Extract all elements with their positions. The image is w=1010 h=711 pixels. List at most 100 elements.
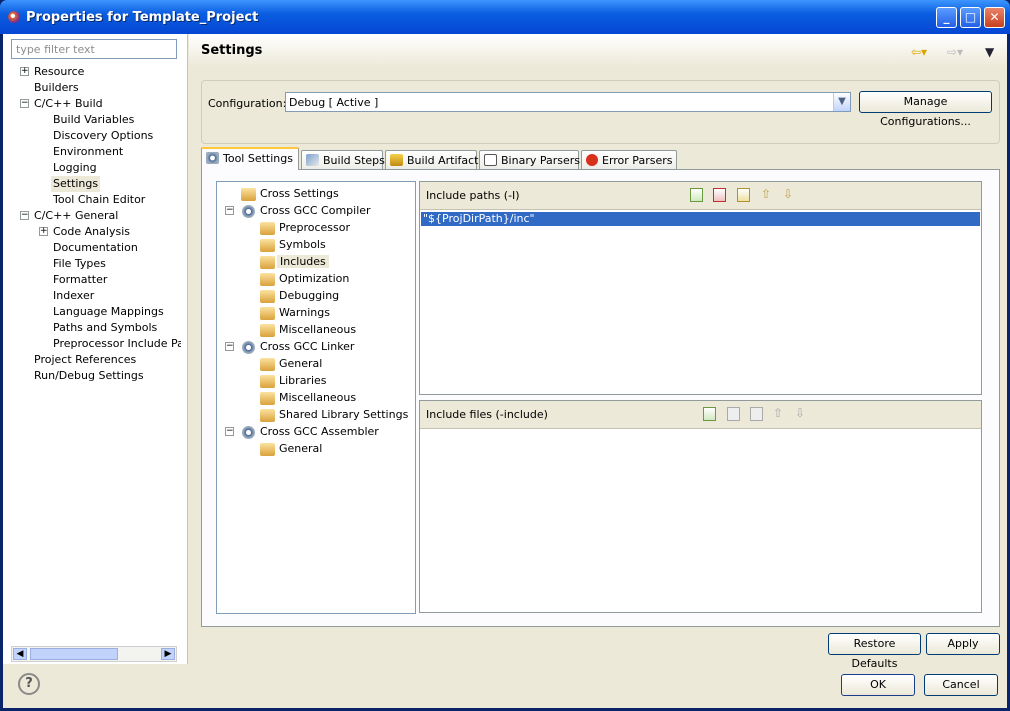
forward-arrow-icon[interactable]: ⇨▾ bbox=[947, 45, 963, 59]
nav-item-discovery-options[interactable]: Discovery Options bbox=[53, 128, 153, 144]
collapse-icon[interactable]: − bbox=[20, 211, 29, 220]
tab-error-parsers[interactable]: Error Parsers bbox=[581, 150, 677, 170]
tool-item-cross-settings[interactable]: Cross Settings bbox=[241, 186, 339, 202]
add-icon[interactable] bbox=[703, 407, 716, 421]
restore-defaults-button[interactable]: Restore Defaults bbox=[828, 633, 921, 670]
maximize-button[interactable]: □ bbox=[960, 7, 981, 28]
nav-item-documentation[interactable]: Documentation bbox=[53, 240, 138, 256]
tool-item-cross-gcc-compiler[interactable]: − Cross GCC Compiler bbox=[225, 203, 371, 219]
edit-icon[interactable] bbox=[737, 188, 750, 202]
tool-item-warnings[interactable]: Warnings bbox=[260, 305, 330, 321]
help-icon[interactable]: ? bbox=[18, 673, 40, 695]
back-arrow-icon[interactable]: ⇦▾ bbox=[911, 45, 927, 59]
include-files-label: Include files (-include) bbox=[426, 408, 548, 421]
tool-item-libraries[interactable]: Libraries bbox=[260, 373, 327, 389]
title-bar[interactable]: Properties for Template_Project _ □ ✕ bbox=[0, 0, 1010, 34]
dialog-window: Properties for Template_Project _ □ ✕ ty… bbox=[0, 0, 1010, 711]
folder-icon bbox=[260, 256, 275, 269]
folder-icon bbox=[260, 392, 275, 405]
move-up-icon[interactable]: ⇧ bbox=[773, 407, 786, 421]
horizontal-scrollbar[interactable]: ◀ ▶ bbox=[11, 646, 177, 662]
nav-item-formatter[interactable]: Formatter bbox=[53, 272, 107, 288]
nav-item-cpp-build[interactable]: − C/C++ Build bbox=[17, 96, 103, 112]
delete-icon[interactable] bbox=[727, 407, 740, 421]
tool-icon bbox=[242, 341, 255, 354]
nav-item-paths-and-symbols[interactable]: Paths and Symbols bbox=[53, 320, 157, 336]
filter-input[interactable]: type filter text bbox=[11, 39, 177, 59]
tool-item-includes[interactable]: Includes bbox=[260, 254, 329, 270]
folder-icon bbox=[260, 409, 275, 422]
page-header: Settings ⇦▾ ⇨▾ ▼ bbox=[189, 34, 1007, 68]
nav-item-indexer[interactable]: Indexer bbox=[53, 288, 94, 304]
tab-build-steps[interactable]: Build Steps bbox=[301, 150, 385, 170]
nav-item-run-debug-settings[interactable]: Run/Debug Settings bbox=[34, 368, 144, 384]
expand-icon[interactable]: + bbox=[20, 67, 29, 76]
configuration-select[interactable]: Debug [ Active ] ▼ bbox=[285, 92, 851, 112]
nav-item-build-variables[interactable]: Build Variables bbox=[53, 112, 134, 128]
tab-binary-parsers[interactable]: Binary Parsers bbox=[479, 150, 580, 170]
nav-item-builders[interactable]: Builders bbox=[34, 80, 79, 96]
eclipse-icon bbox=[8, 11, 20, 23]
build-steps-icon bbox=[306, 154, 319, 166]
error-parsers-icon bbox=[586, 154, 598, 166]
minimize-button[interactable]: _ bbox=[936, 7, 957, 28]
collapse-icon[interactable]: − bbox=[225, 206, 234, 215]
nav-item-file-types[interactable]: File Types bbox=[53, 256, 106, 272]
tool-item-optimization[interactable]: Optimization bbox=[260, 271, 349, 287]
include-paths-header: Include paths (-I) ⇧ ⇩ bbox=[420, 182, 981, 210]
nav-item-logging[interactable]: Logging bbox=[53, 160, 97, 176]
nav-item-resource[interactable]: + Resource bbox=[17, 64, 84, 80]
binary-parsers-icon bbox=[484, 154, 497, 166]
expand-icon[interactable]: + bbox=[39, 227, 48, 236]
dialog-body: type filter text + Resource Builders − C/C… bbox=[3, 34, 1007, 708]
tool-item-cross-gcc-assembler[interactable]: − Cross GCC Assembler bbox=[225, 424, 379, 440]
tab-tool-settings[interactable]: Tool Settings bbox=[201, 147, 299, 170]
nav-item-preprocessor-include-path[interactable]: Preprocessor Include Path bbox=[53, 336, 181, 352]
collapse-icon[interactable]: − bbox=[225, 342, 234, 351]
view-menu-icon[interactable]: ▼ bbox=[985, 45, 994, 59]
manage-configurations-button[interactable]: Manage Configurations... bbox=[859, 91, 992, 128]
include-files-header: Include files (-include) ⇧ ⇩ bbox=[420, 401, 981, 429]
configuration-group: Configuration: Debug [ Active ] ▼ Manage… bbox=[201, 80, 1000, 144]
nav-item-environment[interactable]: Environment bbox=[53, 144, 123, 160]
tool-tree: Cross Settings − Cross GCC Compiler Prepr… bbox=[216, 181, 416, 614]
delete-icon[interactable] bbox=[713, 188, 726, 202]
tool-item-cross-gcc-linker[interactable]: − Cross GCC Linker bbox=[225, 339, 354, 355]
tool-item-shared-library-settings[interactable]: Shared Library Settings bbox=[260, 407, 408, 423]
tool-item-linker-general[interactable]: General bbox=[260, 356, 322, 372]
move-down-icon[interactable]: ⇩ bbox=[783, 188, 796, 202]
edit-icon[interactable] bbox=[750, 407, 763, 421]
tool-settings-icon bbox=[206, 152, 219, 164]
nav-item-language-mappings[interactable]: Language Mappings bbox=[53, 304, 164, 320]
tab-build-artifact[interactable]: Build Artifact bbox=[385, 150, 479, 170]
chevron-down-icon[interactable]: ▼ bbox=[833, 93, 850, 111]
tool-item-debugging[interactable]: Debugging bbox=[260, 288, 339, 304]
cancel-button[interactable]: Cancel bbox=[924, 674, 998, 696]
tool-item-symbols[interactable]: Symbols bbox=[260, 237, 326, 253]
tool-item-linker-miscellaneous[interactable]: Miscellaneous bbox=[260, 390, 356, 406]
ok-button[interactable]: OK bbox=[841, 674, 915, 696]
nav-item-project-references[interactable]: Project References bbox=[34, 352, 136, 368]
move-down-icon[interactable]: ⇩ bbox=[795, 407, 808, 421]
list-item[interactable]: "${ProjDirPath}/inc" bbox=[421, 212, 980, 226]
scroll-right-icon[interactable]: ▶ bbox=[161, 648, 175, 660]
folder-icon bbox=[260, 239, 275, 252]
scroll-thumb[interactable] bbox=[30, 648, 118, 660]
tool-item-preprocessor[interactable]: Preprocessor bbox=[260, 220, 350, 236]
folder-icon bbox=[260, 222, 275, 235]
collapse-icon[interactable]: − bbox=[20, 99, 29, 108]
nav-item-cpp-general[interactable]: − C/C++ General bbox=[17, 208, 118, 224]
nav-item-settings[interactable]: Settings bbox=[51, 176, 101, 192]
nav-item-code-analysis[interactable]: + Code Analysis bbox=[36, 224, 130, 240]
close-button[interactable]: ✕ bbox=[984, 7, 1005, 28]
tool-icon bbox=[242, 426, 255, 439]
apply-button[interactable]: Apply bbox=[926, 633, 1000, 655]
scroll-left-icon[interactable]: ◀ bbox=[13, 648, 27, 660]
tool-item-miscellaneous[interactable]: Miscellaneous bbox=[260, 322, 356, 338]
tool-item-assembler-general[interactable]: General bbox=[260, 441, 322, 457]
tool-icon bbox=[242, 205, 255, 218]
add-icon[interactable] bbox=[690, 188, 703, 202]
collapse-icon[interactable]: − bbox=[225, 427, 234, 436]
nav-item-tool-chain-editor[interactable]: Tool Chain Editor bbox=[53, 192, 145, 208]
move-up-icon[interactable]: ⇧ bbox=[761, 188, 774, 202]
